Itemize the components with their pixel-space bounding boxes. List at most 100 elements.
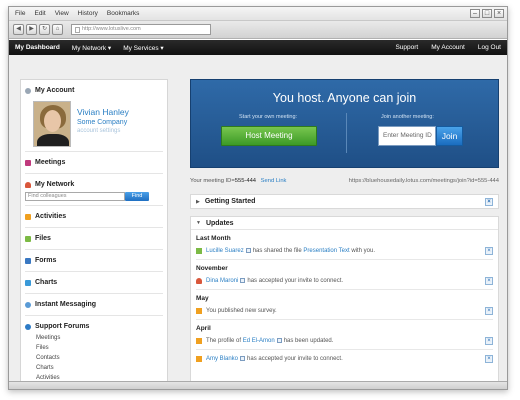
meeting-id-label: Your meeting ID= [190,178,235,184]
getting-started-header[interactable]: ▶ Getting Started × [191,195,498,208]
sidebar-item-charts[interactable]: Charts [21,276,167,289]
menu-history[interactable]: History [78,10,98,17]
update-month: November [196,265,228,272]
update-user-link[interactable]: Lucille Suarez [206,248,244,254]
account-card: Vivian Hanley Some Company account setti… [21,97,167,147]
activities-icon [25,213,31,220]
update-file-link[interactable]: Presentation Text [303,248,349,254]
nav-my-account[interactable]: My Account [431,44,465,51]
update-text: The profile of [206,337,242,344]
close-window-icon[interactable]: × [494,9,504,18]
updates-header[interactable]: ▼ Updates [191,217,498,230]
forms-icon [25,257,31,264]
divider [25,293,163,294]
profile-card-icon[interactable] [240,356,246,361]
join-button[interactable]: Join [436,126,463,146]
join-meeting-label: Join another meeting: [381,114,434,120]
getting-started-title: Getting Started [204,198,256,205]
find-colleagues-input[interactable]: Find colleagues [25,192,125,201]
update-text: with you. [351,247,376,254]
update-user-link[interactable]: Dina Maroni [206,278,238,284]
menu-edit[interactable]: Edit [34,10,45,17]
browser-window: File Edit View History Bookmarks – □ × ◀… [8,6,508,390]
expand-arrow-icon[interactable]: ▶ [196,199,200,205]
update-month: May [196,295,209,302]
find-button[interactable]: Find [125,192,149,201]
sidebar-item-activities[interactable]: Activities [21,210,167,223]
meetings-icon [25,159,31,166]
updates-panel: ▼ Updates Last Month Lucille Suarez has … [190,216,499,385]
back-icon[interactable]: ◀ [13,24,24,35]
close-icon[interactable]: × [485,307,493,315]
forward-icon[interactable]: ▶ [26,24,37,35]
reload-icon[interactable]: ↻ [39,24,50,35]
getting-started-panel: ▶ Getting Started × [190,194,499,209]
collapse-arrow-icon[interactable]: ▼ [196,220,201,226]
nav-support[interactable]: Support [395,44,418,51]
update-month: Last Month [196,235,231,242]
divider [25,151,163,152]
divider [25,271,163,272]
sidebar-item-instant-messaging[interactable]: Instant Messaging [21,298,167,311]
update-text: has been updated. [283,337,334,344]
nav-my-services[interactable]: My Services ▾ [123,44,163,52]
meeting-id-input[interactable]: Enter Meeting ID [378,126,436,146]
home-icon[interactable]: ⌂ [52,24,63,35]
update-user-link[interactable]: Amy Blanko [206,356,238,362]
sidebar-item-meetings[interactable]: Meetings [21,156,167,169]
nav-my-network[interactable]: My Network ▾ [72,44,111,52]
page-icon [75,26,80,33]
account-settings-link[interactable]: account settings [77,128,129,134]
update-item: Amy Blanko has accepted your invite to c… [191,353,498,364]
sidebar-item-label: Files [35,235,51,242]
sidebar-item-files[interactable]: Files [21,232,167,245]
close-icon[interactable]: × [485,277,493,285]
divider [25,315,163,316]
send-link[interactable]: Send Link [261,178,287,184]
divider [196,289,493,290]
close-icon[interactable]: × [485,197,493,206]
close-icon[interactable]: × [485,355,493,363]
maximize-icon[interactable]: □ [482,9,492,18]
divider [346,113,347,153]
address-bar[interactable]: http://www.lotuslive.com [71,24,211,35]
gear-icon [25,87,31,94]
host-meeting-button[interactable]: Host Meeting [221,126,317,146]
browser-navbar: ◀ ▶ ↻ ⌂ http://www.lotuslive.com [9,21,507,39]
forum-item-charts[interactable]: Charts [21,363,167,373]
update-text: has shared the file [252,247,302,254]
sidebar-item-label: Meetings [35,159,66,166]
menu-bookmarks[interactable]: Bookmarks [107,10,140,17]
avatar[interactable] [33,101,71,147]
minimize-icon[interactable]: – [470,9,480,18]
person-icon [25,181,31,188]
activity-icon [196,355,202,362]
close-icon[interactable]: × [485,247,493,255]
account-info: Vivian Hanley Some Company account setti… [77,107,129,147]
divider [25,205,163,206]
nav-log-out[interactable]: Log Out [478,44,501,51]
sidebar-item-forms[interactable]: Forms [21,254,167,267]
sidebar-item-label: Activities [35,213,67,220]
address-text: http://www.lotuslive.com [82,26,141,32]
profile-card-icon[interactable] [240,278,246,283]
profile-card-icon[interactable] [245,248,251,253]
user-name-link[interactable]: Vivian Hanley [77,107,129,117]
sidebar-my-account[interactable]: My Account [21,84,167,97]
update-user-link[interactable]: Ed El-Amon [243,338,275,344]
menu-file[interactable]: File [15,10,25,17]
update-item: Lucille Suarez has shared the file Prese… [191,245,498,256]
forum-item-contacts[interactable]: Contacts [21,353,167,363]
profile-card-icon[interactable] [276,338,282,343]
sidebar-item-support-forums[interactable]: Support Forums [21,320,167,333]
nav-my-dashboard[interactable]: My Dashboard [15,44,60,51]
sidebar-item-network[interactable]: My Network [21,178,167,191]
forum-item-meetings[interactable]: Meetings [21,333,167,343]
forum-item-files[interactable]: Files [21,343,167,353]
close-icon[interactable]: × [485,337,493,345]
page-content: My Account Vivian Hanley Some Company ac… [9,55,507,385]
menu-view[interactable]: View [55,10,69,17]
company-link[interactable]: Some Company [77,119,129,126]
meeting-id-row: Your meeting ID=555-444 Send Link https:… [190,178,499,184]
person-icon [196,277,202,284]
